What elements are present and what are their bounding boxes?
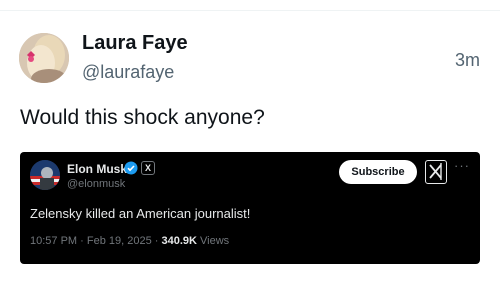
quoted-timestamp: 10:57 PM · Feb 19, 2025 · (30, 235, 162, 247)
quoted-author-handle: @elonmusk (67, 178, 126, 190)
quoted-post-text: Zelensky killed an American journalist! (30, 206, 251, 221)
post-text: Would this shock anyone? (20, 106, 265, 129)
author-handle[interactable]: @laurafaye (82, 62, 174, 83)
post-timestamp[interactable]: 3m (455, 50, 480, 71)
author-name[interactable]: Laura Faye (82, 32, 188, 55)
author-avatar[interactable] (19, 33, 69, 83)
divider (0, 10, 500, 11)
subscribe-button: Subscribe (339, 160, 417, 184)
quoted-avatar (30, 160, 60, 190)
grok-icon (425, 160, 447, 184)
verified-badge-icon (124, 161, 138, 175)
quoted-post-screenshot: Elon Musk X @elonmusk Subscribe ··· Zele… (20, 152, 480, 264)
quoted-post-meta: 10:57 PM · Feb 19, 2025 · 340.9K Views (30, 235, 229, 247)
views-label: Views (200, 235, 230, 247)
x-badge-icon: X (141, 161, 155, 175)
quoted-author-name: Elon Musk (67, 162, 128, 176)
views-count: 340.9K (161, 235, 197, 247)
more-icon: ··· (454, 158, 470, 173)
